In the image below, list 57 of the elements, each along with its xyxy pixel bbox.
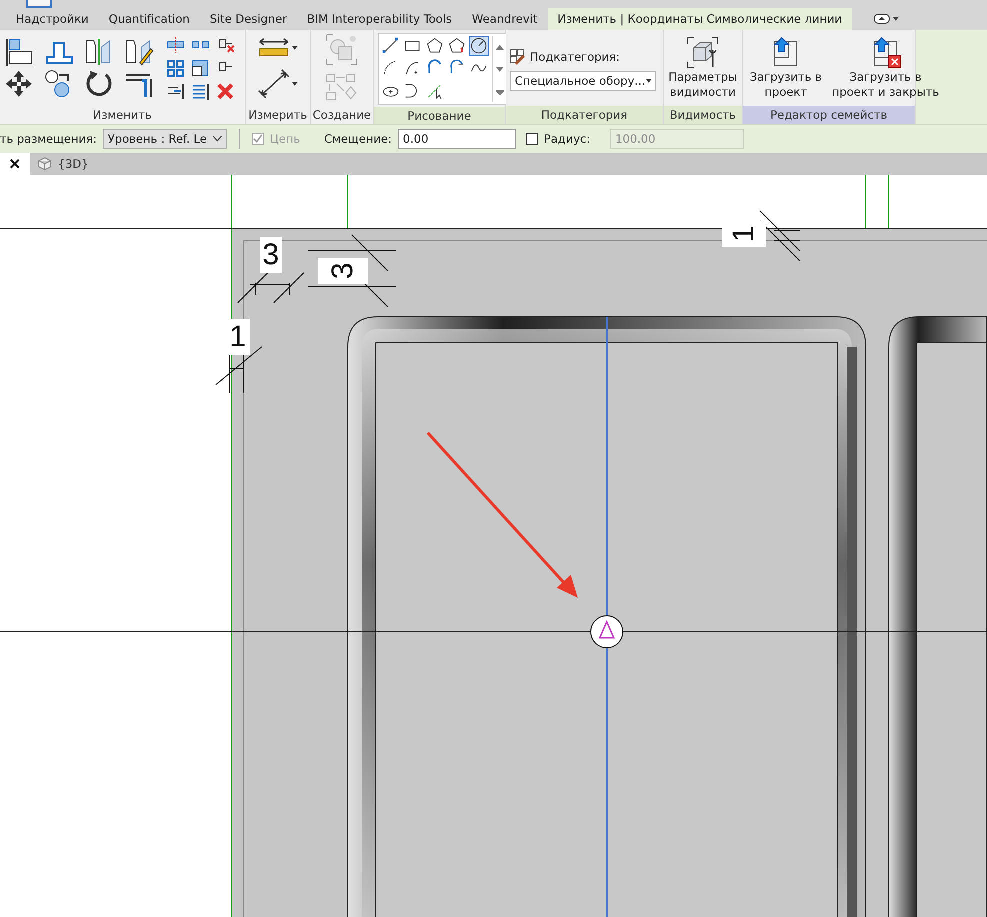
- cube-icon: [38, 157, 52, 171]
- draw-tool-button[interactable]: [425, 36, 445, 56]
- chevron-down-icon: [213, 136, 222, 142]
- dimension-value: 3: [262, 238, 280, 272]
- radius-field: 100.00: [610, 129, 744, 149]
- panel-label: Изменить: [92, 107, 153, 124]
- subcategory-dropdown[interactable]: Специальное обору...: [510, 71, 656, 91]
- load-into-project-button[interactable]: Загрузить в проект и закрыть: [829, 36, 942, 100]
- extend-multiple-icon[interactable]: [191, 82, 210, 100]
- array-icon[interactable]: [166, 58, 185, 78]
- ribbon-tab[interactable]: Site Designer: [200, 8, 298, 30]
- ribbon-toggle-button[interactable]: [874, 14, 900, 24]
- load-into-project-button[interactable]: Загрузить в проект: [747, 36, 826, 100]
- ribbon-tab[interactable]: Изменить | Координаты Символические линии: [548, 8, 852, 30]
- dimension-value: 3: [326, 262, 360, 280]
- panel-label: Подкатегория: [506, 106, 663, 124]
- move-icon[interactable]: [4, 69, 34, 99]
- panel-label: Рисование: [374, 107, 505, 124]
- panel-label: Редактор семейств: [743, 106, 915, 124]
- draw-tool-icon: [382, 37, 400, 55]
- placement-dropdown[interactable]: Уровень : Ref. Le: [103, 129, 228, 149]
- dimension-ruler-icon[interactable]: [258, 37, 290, 59]
- panel-label: Создание: [312, 107, 372, 124]
- draw-tool-icon: [426, 37, 444, 55]
- field-label: Подкатегория:: [530, 50, 620, 64]
- dimension-value: 1: [230, 320, 246, 354]
- origin-marker-icon: [590, 616, 624, 648]
- draw-tool-icon: [470, 37, 488, 55]
- delete-icon[interactable]: [216, 82, 235, 100]
- draw-tool-button[interactable]: [447, 36, 467, 56]
- panel-label: Измерить: [248, 107, 308, 124]
- mirror-draw-icon[interactable]: [124, 37, 154, 67]
- dimension-value: 1: [728, 226, 760, 242]
- radius-label: Радиус:: [544, 132, 590, 146]
- align-icon[interactable]: [4, 37, 34, 67]
- offset-label: Смещение:: [324, 132, 392, 146]
- split-icon[interactable]: [166, 36, 185, 54]
- draw-tool-icon: [448, 37, 466, 55]
- draw-tool-button[interactable]: [469, 36, 489, 56]
- rotate-icon[interactable]: [84, 69, 114, 99]
- chain-label: Цепь: [270, 132, 300, 146]
- scale-icon[interactable]: [191, 58, 210, 78]
- close-icon[interactable]: [10, 159, 20, 169]
- ribbon-tab[interactable]: Weandrevit: [462, 8, 548, 30]
- aligned-dimension-icon[interactable]: [258, 69, 290, 99]
- offset-field[interactable]: 0.00: [398, 129, 516, 149]
- panel-label: Видимость: [664, 106, 742, 124]
- visibility-settings-button[interactable]: Параметры видимости: [666, 36, 740, 100]
- ribbon-tab[interactable]: BIM Interoperability Tools: [297, 8, 462, 30]
- radius-checkbox[interactable]: [526, 133, 538, 145]
- ribbon-tab[interactable]: Quantification: [98, 8, 200, 30]
- view-tab[interactable]: {3D}: [58, 157, 89, 171]
- subcategory-icon: [510, 49, 526, 65]
- extend-icon[interactable]: [166, 82, 185, 100]
- ribbon-tab[interactable]: Надстройки: [6, 8, 99, 30]
- placement-label: ть размещения:: [0, 132, 98, 146]
- cube-wrench-icon: [686, 36, 720, 70]
